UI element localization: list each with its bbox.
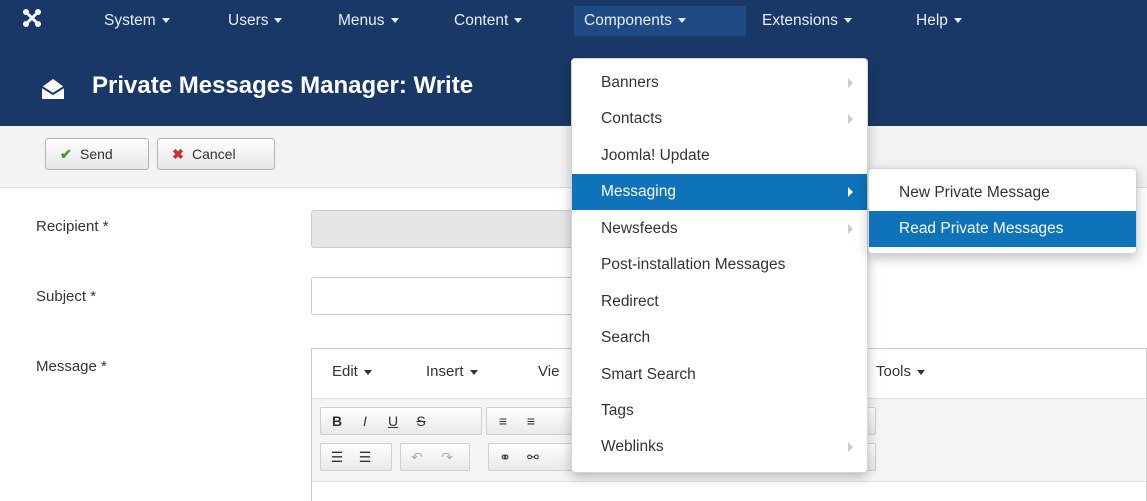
- underline-button[interactable]: U: [379, 408, 407, 434]
- submenu-read-private-messages[interactable]: Read Private Messages: [869, 211, 1136, 247]
- strikethrough-button[interactable]: S: [407, 408, 435, 434]
- chevron-down-icon: [677, 18, 686, 24]
- editor-menu-view-label: Vie: [538, 363, 560, 380]
- editor-menu-view[interactable]: Vie: [538, 363, 559, 380]
- cancel-icon: ✖: [172, 146, 184, 162]
- nav-menus-label: Menus: [338, 12, 385, 29]
- recipient-label: Recipient *: [36, 218, 109, 235]
- nav-system[interactable]: System: [94, 6, 180, 36]
- chevron-down-icon: [274, 18, 283, 24]
- nav-components[interactable]: Components: [574, 6, 746, 36]
- text-format-group: B I U S: [320, 407, 482, 435]
- redo-button[interactable]: ↷: [433, 444, 461, 470]
- remove-link-button[interactable]: ⚯: [519, 444, 547, 470]
- submenu-new-private-message-label: New Private Message: [899, 184, 1050, 201]
- checkmark-icon: ✔: [60, 146, 72, 162]
- nav-help-label: Help: [916, 12, 948, 29]
- menu-item-banners[interactable]: Banners: [572, 65, 867, 101]
- chevron-down-icon: [469, 369, 478, 375]
- editor-menu-edit[interactable]: Edit: [332, 363, 372, 380]
- menu-item-weblinks-label: Weblinks: [601, 438, 664, 455]
- menu-item-redirect-label: Redirect: [601, 293, 659, 310]
- menu-item-messaging[interactable]: Messaging: [572, 174, 867, 210]
- chevron-right-icon: [848, 442, 853, 452]
- indent-group: ☰ ☰: [320, 443, 392, 471]
- nav-menus[interactable]: Menus: [328, 6, 409, 36]
- joomla-logo-icon[interactable]: [18, 6, 46, 34]
- editor-menu-tools-label: Tools: [876, 363, 912, 380]
- menu-item-contacts[interactable]: Contacts: [572, 101, 867, 137]
- menu-item-search[interactable]: Search: [572, 320, 867, 356]
- message-label: Message *: [36, 358, 107, 375]
- menu-item-tags[interactable]: Tags: [572, 393, 867, 429]
- chevron-right-icon: [848, 78, 853, 88]
- chevron-right-icon: [848, 224, 853, 234]
- menu-item-newsfeeds-label: Newsfeeds: [601, 220, 678, 237]
- menu-item-contacts-label: Contacts: [601, 110, 663, 127]
- chevron-down-icon: [953, 18, 962, 24]
- send-button[interactable]: ✔ Send: [45, 138, 149, 170]
- editor-menu-edit-label: Edit: [332, 363, 358, 380]
- chevron-right-icon: [848, 114, 853, 124]
- link-group: ⚭ ⚯: [488, 443, 578, 471]
- recipient-input[interactable]: [311, 210, 611, 248]
- submenu-new-private-message[interactable]: New Private Message: [869, 175, 1136, 211]
- chevron-down-icon: [161, 18, 170, 24]
- menu-item-smart-search[interactable]: Smart Search: [572, 357, 867, 393]
- menu-item-post-installation[interactable]: Post-installation Messages: [572, 247, 867, 283]
- chevron-down-icon: [363, 369, 372, 375]
- menu-item-messaging-label: Messaging: [601, 183, 676, 200]
- chevron-down-icon: [514, 18, 523, 24]
- cancel-button-label: Cancel: [192, 146, 236, 162]
- components-dropdown: Banners Contacts Joomla! Update Messagin…: [571, 58, 868, 473]
- nav-extensions[interactable]: Extensions: [752, 6, 862, 36]
- editor-content-area[interactable]: [312, 481, 1146, 501]
- menu-item-search-label: Search: [601, 329, 651, 346]
- nav-components-label: Components: [584, 12, 672, 29]
- nav-users-label: Users: [228, 12, 269, 29]
- nav-content[interactable]: Content: [444, 6, 532, 36]
- editor-menu-tools[interactable]: Tools: [876, 363, 926, 380]
- menu-item-redirect[interactable]: Redirect: [572, 284, 867, 320]
- nav-users[interactable]: Users: [218, 6, 292, 36]
- menu-item-weblinks[interactable]: Weblinks: [572, 429, 867, 465]
- joomla-logo-icon-svg: [23, 9, 41, 27]
- chevron-right-icon: [848, 187, 853, 197]
- menu-item-joomla-update[interactable]: Joomla! Update: [572, 138, 867, 174]
- page-title: Private Messages Manager: Write: [92, 72, 474, 99]
- menu-item-post-installation-label: Post-installation Messages: [601, 256, 786, 273]
- nav-system-label: System: [104, 12, 156, 29]
- align-center-button[interactable]: ≡: [517, 408, 545, 434]
- editor-menu-insert[interactable]: Insert: [426, 363, 478, 380]
- history-group: ↶ ↷: [400, 443, 470, 471]
- bold-button[interactable]: B: [323, 408, 351, 434]
- chevron-down-icon: [390, 18, 399, 24]
- chevron-down-icon: [843, 18, 852, 24]
- menu-item-newsfeeds[interactable]: Newsfeeds: [572, 211, 867, 247]
- menu-item-smart-search-label: Smart Search: [601, 366, 696, 383]
- outdent-button[interactable]: ☰: [323, 444, 351, 470]
- undo-button[interactable]: ↶: [403, 444, 431, 470]
- align-group: ≡ ≡: [486, 407, 576, 435]
- chevron-down-icon: [917, 369, 926, 375]
- top-navbar: System Users Menus Content Components Ex…: [0, 0, 1147, 64]
- submenu-read-private-messages-label: Read Private Messages: [899, 220, 1064, 237]
- subject-label: Subject *: [36, 288, 97, 305]
- align-left-button[interactable]: ≡: [489, 408, 517, 434]
- menu-item-tags-label: Tags: [601, 402, 634, 419]
- italic-button[interactable]: I: [351, 408, 379, 434]
- indent-button[interactable]: ☰: [351, 444, 379, 470]
- editor-menu-insert-label: Insert: [426, 363, 464, 380]
- insert-link-button[interactable]: ⚭: [491, 444, 519, 470]
- send-button-label: Send: [80, 146, 113, 162]
- subject-input[interactable]: [311, 277, 611, 315]
- cancel-button[interactable]: ✖ Cancel: [157, 138, 275, 170]
- menu-item-banners-label: Banners: [601, 74, 659, 91]
- menu-item-joomla-update-label: Joomla! Update: [601, 147, 710, 164]
- nav-help[interactable]: Help: [906, 6, 972, 36]
- messaging-submenu: New Private Message Read Private Message…: [868, 168, 1137, 254]
- envelope-icon: [41, 79, 65, 99]
- nav-extensions-label: Extensions: [762, 12, 838, 29]
- nav-content-label: Content: [454, 12, 509, 29]
